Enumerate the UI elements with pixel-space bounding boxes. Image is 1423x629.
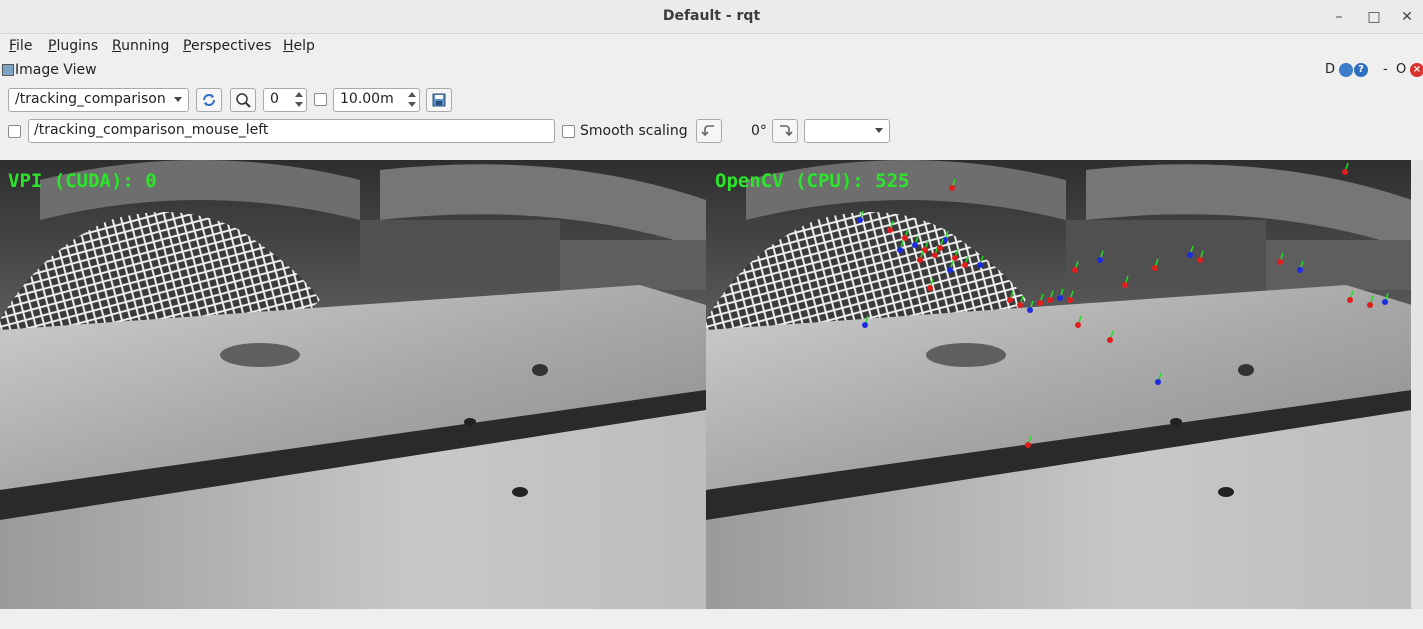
save-icon	[432, 93, 446, 107]
plugin-title: Image View	[15, 62, 97, 78]
feature-point	[962, 262, 968, 268]
feature-point	[932, 252, 938, 258]
status-strip	[0, 609, 1423, 629]
spin-up-icon[interactable]	[295, 92, 303, 97]
refresh-icon	[203, 94, 215, 106]
opencv-count-label: OpenCV (CPU): 525	[715, 170, 910, 192]
window-title: Default - rqt	[662, 8, 761, 24]
feature-point	[1025, 442, 1031, 448]
feature-point	[1122, 282, 1128, 288]
zoom-spinbox[interactable]: 0	[263, 88, 307, 112]
feature-point	[1107, 337, 1113, 343]
window-titlebar: Default - rqt – □ ✕	[0, 0, 1423, 34]
feature-point	[862, 322, 868, 328]
camera-image	[0, 160, 1411, 609]
max-range-value: 10.00m	[340, 91, 394, 107]
close-plugin-icon[interactable]: ×	[1410, 63, 1423, 77]
dock-debug-button[interactable]: D	[1325, 62, 1335, 77]
feature-point	[912, 242, 918, 248]
help-icon[interactable]: ?	[1354, 63, 1368, 77]
feature-point	[1187, 252, 1193, 258]
feature-point	[1075, 322, 1081, 328]
feature-point	[897, 247, 903, 253]
minimize-button[interactable]: –	[1328, 6, 1350, 28]
menu-help[interactable]: Help	[283, 38, 315, 54]
max-range-spinbox[interactable]: 10.00m	[333, 88, 420, 112]
rotate-left-button[interactable]	[696, 119, 722, 143]
save-image-button[interactable]	[426, 88, 452, 112]
feature-point	[1067, 297, 1073, 303]
feature-point	[1057, 295, 1063, 301]
topic-select-value: /tracking_comparison	[15, 91, 166, 107]
topic-select[interactable]: /tracking_comparison	[8, 88, 189, 112]
mouse-topic-value: /tracking_comparison_mouse_left	[34, 122, 269, 138]
maximize-button[interactable]: □	[1363, 6, 1385, 28]
menu-bar: File Plugins Running Perspectives Help	[0, 35, 1423, 57]
spin-down-icon[interactable]	[408, 102, 416, 107]
feature-point	[887, 227, 893, 233]
menu-plugins[interactable]: Plugins	[48, 38, 98, 54]
refresh-topics-button[interactable]	[196, 88, 222, 112]
feature-point	[1367, 302, 1373, 308]
publish-mouse-checkbox[interactable]	[8, 125, 21, 138]
feature-point	[917, 257, 923, 263]
color-scheme-select[interactable]	[804, 119, 890, 143]
plugin-title-bar: Image View D ? - O ×	[0, 59, 1423, 81]
spin-up-icon[interactable]	[408, 92, 416, 97]
feature-point	[1347, 297, 1353, 303]
feature-point	[1155, 379, 1161, 385]
feature-point	[1027, 307, 1033, 313]
rotate-right-button[interactable]	[772, 119, 798, 143]
feature-point	[927, 285, 933, 291]
vpi-count-label: VPI (CUDA): 0	[8, 170, 157, 192]
feature-point	[1017, 302, 1023, 308]
feature-point	[1342, 169, 1348, 175]
menu-perspectives[interactable]: Perspectives	[183, 38, 271, 54]
dock-options-button[interactable]: O	[1396, 62, 1406, 77]
spin-down-icon[interactable]	[295, 102, 303, 107]
feature-point	[947, 267, 953, 273]
zoom-fit-button[interactable]	[230, 88, 256, 112]
feature-point	[952, 255, 958, 261]
rotate-right-icon	[780, 125, 793, 137]
zoom-icon	[236, 93, 251, 108]
chevron-down-icon	[875, 128, 883, 133]
feature-point	[857, 217, 863, 223]
feature-point	[937, 245, 943, 251]
close-window-button[interactable]: ✕	[1396, 6, 1418, 28]
feature-point	[902, 235, 908, 241]
feature-point	[1277, 259, 1283, 265]
feature-point	[1152, 265, 1158, 271]
feature-point	[977, 262, 983, 268]
feature-point	[1072, 267, 1078, 273]
left-camera-image	[0, 160, 706, 609]
reload-icon[interactable]	[1339, 63, 1353, 77]
mouse-topic-input[interactable]: /tracking_comparison_mouse_left	[28, 119, 555, 143]
zoom-spinbox-value: 0	[270, 91, 279, 107]
menu-running[interactable]: Running	[112, 38, 169, 54]
image-view-canvas[interactable]: VPI (CUDA): 0 OpenCV (CPU): 525	[0, 160, 1411, 609]
feature-point	[1097, 257, 1103, 263]
smooth-scaling-label: Smooth scaling	[580, 123, 688, 139]
rotation-label: 0°	[751, 123, 767, 139]
dock-minimize-button[interactable]: -	[1383, 62, 1388, 77]
feature-point	[1037, 300, 1043, 306]
chevron-down-icon	[174, 97, 182, 102]
menu-file[interactable]: File	[9, 38, 32, 54]
image-view-scrollbar[interactable]	[1411, 160, 1423, 609]
feature-point	[1382, 299, 1388, 305]
feature-point	[1007, 297, 1013, 303]
rotate-left-icon	[701, 125, 714, 137]
feature-point	[1297, 267, 1303, 273]
feature-point	[1047, 297, 1053, 303]
image-view-icon	[2, 64, 14, 76]
feature-point	[949, 185, 955, 191]
dynamic-range-checkbox[interactable]	[314, 93, 327, 106]
feature-point	[1197, 257, 1203, 263]
smooth-scaling-checkbox[interactable]	[562, 125, 575, 138]
right-camera-image	[706, 160, 1411, 609]
